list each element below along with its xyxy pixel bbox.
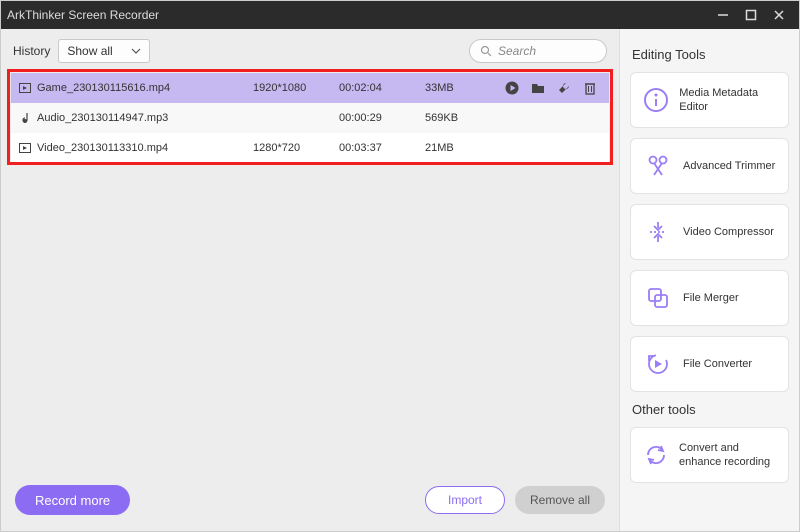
row-actions — [505, 81, 605, 95]
file-duration: 00:00:29 — [339, 112, 425, 124]
import-button[interactable]: Import — [425, 486, 505, 514]
info-icon — [643, 85, 669, 115]
compress-icon — [643, 217, 673, 247]
file-duration: 00:03:37 — [339, 142, 425, 154]
file-size: 21MB — [425, 142, 495, 154]
file-row[interactable]: Audio_230130114947.mp3 00:00:29 569KB — [11, 103, 609, 133]
sidebar-title-editing: Editing Tools — [632, 47, 787, 62]
convert-icon — [643, 349, 673, 379]
maximize-button[interactable] — [737, 1, 765, 29]
scissors-icon — [643, 151, 673, 181]
minimize-button[interactable] — [709, 1, 737, 29]
titlebar: ArkThinker Screen Recorder — [1, 1, 799, 29]
file-list: Game_230130115616.mp4 1920*1080 00:02:04… — [11, 73, 609, 163]
file-name: Game_230130115616.mp4 — [35, 82, 253, 94]
tool-merger[interactable]: File Merger — [630, 270, 789, 326]
remove-all-button[interactable]: Remove all — [515, 486, 605, 514]
file-size: 569KB — [425, 112, 495, 124]
content: History Show all Search Game_23013011561… — [1, 29, 799, 531]
main-panel: History Show all Search Game_23013011561… — [1, 29, 619, 531]
audio-icon — [15, 112, 35, 124]
refresh-icon — [643, 440, 669, 470]
file-row[interactable]: Game_230130115616.mp4 1920*1080 00:02:04… — [11, 73, 609, 103]
merge-icon — [643, 283, 673, 313]
file-resolution: 1280*720 — [253, 142, 339, 154]
tool-converter[interactable]: File Converter — [630, 336, 789, 392]
record-more-button[interactable]: Record more — [15, 485, 130, 515]
tool-label: File Converter — [683, 357, 752, 371]
close-button[interactable] — [765, 1, 793, 29]
file-name: Audio_230130114947.mp3 — [35, 112, 253, 124]
tool-metadata-editor[interactable]: Media Metadata Editor — [630, 72, 789, 128]
toolbar: History Show all Search — [1, 29, 619, 73]
tool-label: File Merger — [683, 291, 739, 305]
video-icon — [15, 83, 35, 93]
tool-trimmer[interactable]: Advanced Trimmer — [630, 138, 789, 194]
tool-label: Video Compressor — [683, 225, 774, 239]
app-window: ArkThinker Screen Recorder History Show … — [0, 0, 800, 532]
file-name: Video_230130113310.mp4 — [35, 142, 253, 154]
folder-button[interactable] — [531, 81, 545, 95]
filter-value: Show all — [67, 44, 112, 58]
video-icon — [15, 143, 35, 153]
tool-label: Media Metadata Editor — [679, 86, 776, 115]
file-duration: 00:02:04 — [339, 82, 425, 94]
file-size: 33MB — [425, 82, 495, 94]
tool-convert-enhance[interactable]: Convert and enhance recording — [630, 427, 789, 483]
wrench-button[interactable] — [557, 81, 571, 95]
file-resolution: 1920*1080 — [253, 82, 339, 94]
file-row[interactable]: Video_230130113310.mp4 1280*720 00:03:37… — [11, 133, 609, 163]
window-title: ArkThinker Screen Recorder — [7, 8, 709, 22]
tool-label: Convert and enhance recording — [679, 441, 776, 470]
search-input[interactable]: Search — [469, 39, 607, 63]
sidebar-title-other: Other tools — [632, 402, 787, 417]
filter-select[interactable]: Show all — [58, 39, 150, 63]
tool-compressor[interactable]: Video Compressor — [630, 204, 789, 260]
search-icon — [480, 45, 498, 57]
history-label: History — [13, 44, 50, 58]
delete-button[interactable] — [583, 81, 597, 95]
search-placeholder: Search — [498, 44, 536, 58]
chevron-down-icon — [131, 48, 141, 54]
bottom-bar: Record more Import Remove all — [1, 469, 619, 531]
tool-label: Advanced Trimmer — [683, 159, 775, 173]
play-button[interactable] — [505, 81, 519, 95]
sidebar: Editing Tools Media Metadata Editor Adva… — [619, 29, 799, 531]
